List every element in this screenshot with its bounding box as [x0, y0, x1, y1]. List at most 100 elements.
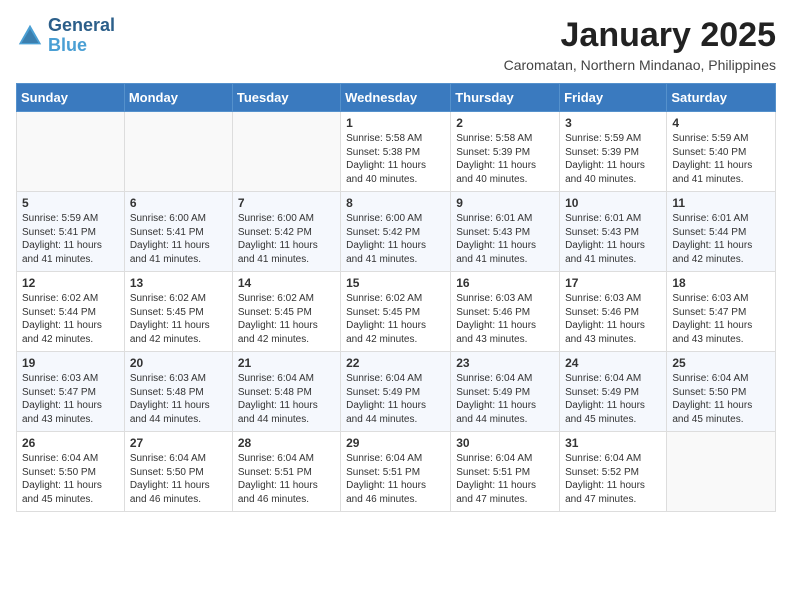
day-number: 29 [346, 436, 445, 450]
day-number: 24 [565, 356, 661, 370]
weekday-header-friday: Friday [560, 84, 667, 112]
day-info: Sunrise: 6:02 AMSunset: 5:45 PMDaylight:… [130, 292, 227, 346]
day-number: 1 [346, 116, 445, 130]
day-number: 11 [672, 196, 770, 210]
table-cell: 19 Sunrise: 6:03 AMSunset: 5:47 PMDayligh… [17, 352, 125, 432]
day-info: Sunrise: 6:03 AMSunset: 5:46 PMDaylight:… [456, 292, 554, 346]
table-cell: 10 Sunrise: 6:01 AMSunset: 5:43 PMDayligh… [560, 192, 667, 272]
day-number: 10 [565, 196, 661, 210]
table-cell: 27 Sunrise: 6:04 AMSunset: 5:50 PMDayligh… [124, 432, 232, 512]
day-number: 2 [456, 116, 554, 130]
table-cell: 17 Sunrise: 6:03 AMSunset: 5:46 PMDayligh… [560, 272, 667, 352]
day-number: 31 [565, 436, 661, 450]
table-cell [17, 112, 125, 192]
week-row-4: 19 Sunrise: 6:03 AMSunset: 5:47 PMDayligh… [17, 352, 776, 432]
day-number: 21 [238, 356, 335, 370]
day-number: 4 [672, 116, 770, 130]
day-info: Sunrise: 6:00 AMSunset: 5:41 PMDaylight:… [130, 212, 227, 266]
logo-text: General Blue [48, 16, 115, 56]
weekday-header-monday: Monday [124, 84, 232, 112]
table-cell: 18 Sunrise: 6:03 AMSunset: 5:47 PMDayligh… [667, 272, 776, 352]
day-info: Sunrise: 6:03 AMSunset: 5:48 PMDaylight:… [130, 372, 227, 426]
table-cell [124, 112, 232, 192]
day-info: Sunrise: 6:04 AMSunset: 5:49 PMDaylight:… [456, 372, 554, 426]
table-cell: 26 Sunrise: 6:04 AMSunset: 5:50 PMDayligh… [17, 432, 125, 512]
table-cell: 31Sunrise: 6:04 AMSunset: 5:52 PMDayligh… [560, 432, 667, 512]
day-info: Sunrise: 6:04 AMSunset: 5:49 PMDaylight:… [565, 372, 661, 426]
day-number: 12 [22, 276, 119, 290]
table-cell: 23 Sunrise: 6:04 AMSunset: 5:49 PMDayligh… [451, 352, 560, 432]
day-number: 22 [346, 356, 445, 370]
day-info: Sunrise: 5:59 AMSunset: 5:39 PMDaylight:… [565, 132, 661, 186]
calendar-table: SundayMondayTuesdayWednesdayThursdayFrid… [16, 83, 776, 512]
day-info: Sunrise: 6:01 AMSunset: 5:43 PMDaylight:… [565, 212, 661, 266]
day-info: Sunrise: 5:59 AMSunset: 5:41 PMDaylight:… [22, 212, 119, 266]
table-cell: 28 Sunrise: 6:04 AMSunset: 5:51 PMDayligh… [232, 432, 340, 512]
day-number: 28 [238, 436, 335, 450]
day-number: 6 [130, 196, 227, 210]
day-number: 26 [22, 436, 119, 450]
week-row-2: 5 Sunrise: 5:59 AMSunset: 5:41 PMDaylight… [17, 192, 776, 272]
day-info: Sunrise: 6:04 AMSunset: 5:50 PMDaylight:… [672, 372, 770, 426]
day-info: Sunrise: 5:59 AMSunset: 5:40 PMDaylight:… [672, 132, 770, 186]
day-info: Sunrise: 6:01 AMSunset: 5:44 PMDaylight:… [672, 212, 770, 266]
day-number: 13 [130, 276, 227, 290]
table-cell: 30Sunrise: 6:04 AMSunset: 5:51 PMDayligh… [451, 432, 560, 512]
day-info: Sunrise: 6:02 AMSunset: 5:45 PMDaylight:… [238, 292, 335, 346]
table-cell [232, 112, 340, 192]
day-number: 7 [238, 196, 335, 210]
day-number: 19 [22, 356, 119, 370]
day-info: Sunrise: 6:04 AMSunset: 5:50 PMDaylight:… [22, 452, 119, 506]
week-row-5: 26 Sunrise: 6:04 AMSunset: 5:50 PMDayligh… [17, 432, 776, 512]
day-number: 17 [565, 276, 661, 290]
table-cell: 3 Sunrise: 5:59 AMSunset: 5:39 PMDaylight… [560, 112, 667, 192]
table-cell: 24 Sunrise: 6:04 AMSunset: 5:49 PMDayligh… [560, 352, 667, 432]
week-row-1: 1 Sunrise: 5:58 AMSunset: 5:38 PMDaylight… [17, 112, 776, 192]
page-header: General Blue January 2025 Caromatan, Nor… [16, 16, 776, 73]
day-info: Sunrise: 6:04 AMSunset: 5:51 PMDaylight:… [456, 452, 554, 506]
table-cell: 22 Sunrise: 6:04 AMSunset: 5:49 PMDayligh… [341, 352, 451, 432]
day-number: 23 [456, 356, 554, 370]
day-info: Sunrise: 5:58 AMSunset: 5:38 PMDaylight:… [346, 132, 445, 186]
day-info: Sunrise: 6:01 AMSunset: 5:43 PMDaylight:… [456, 212, 554, 266]
day-number: 8 [346, 196, 445, 210]
day-info: Sunrise: 6:03 AMSunset: 5:46 PMDaylight:… [565, 292, 661, 346]
day-info: Sunrise: 6:02 AMSunset: 5:45 PMDaylight:… [346, 292, 445, 346]
title-block: January 2025 Caromatan, Northern Mindana… [504, 16, 776, 73]
table-cell: 11 Sunrise: 6:01 AMSunset: 5:44 PMDayligh… [667, 192, 776, 272]
table-cell: 6 Sunrise: 6:00 AMSunset: 5:41 PMDaylight… [124, 192, 232, 272]
day-info: Sunrise: 6:04 AMSunset: 5:50 PMDaylight:… [130, 452, 227, 506]
table-cell: 29 Sunrise: 6:04 AMSunset: 5:51 PMDayligh… [341, 432, 451, 512]
table-cell: 9Sunrise: 6:01 AMSunset: 5:43 PMDaylight… [451, 192, 560, 272]
logo-icon [16, 22, 44, 50]
table-cell: 21Sunrise: 6:04 AMSunset: 5:48 PMDayligh… [232, 352, 340, 432]
day-info: Sunrise: 6:04 AMSunset: 5:51 PMDaylight:… [346, 452, 445, 506]
table-cell: 13 Sunrise: 6:02 AMSunset: 5:45 PMDayligh… [124, 272, 232, 352]
day-number: 5 [22, 196, 119, 210]
day-number: 18 [672, 276, 770, 290]
day-number: 16 [456, 276, 554, 290]
day-info: Sunrise: 5:58 AMSunset: 5:39 PMDaylight:… [456, 132, 554, 186]
day-info: Sunrise: 6:04 AMSunset: 5:51 PMDaylight:… [238, 452, 335, 506]
day-number: 15 [346, 276, 445, 290]
day-info: Sunrise: 6:03 AMSunset: 5:47 PMDaylight:… [22, 372, 119, 426]
day-info: Sunrise: 6:04 AMSunset: 5:49 PMDaylight:… [346, 372, 445, 426]
table-cell: 2 Sunrise: 5:58 AMSunset: 5:39 PMDaylight… [451, 112, 560, 192]
weekday-header-wednesday: Wednesday [341, 84, 451, 112]
day-info: Sunrise: 6:03 AMSunset: 5:47 PMDaylight:… [672, 292, 770, 346]
day-number: 3 [565, 116, 661, 130]
table-cell: 4 Sunrise: 5:59 AMSunset: 5:40 PMDaylight… [667, 112, 776, 192]
day-number: 25 [672, 356, 770, 370]
logo: General Blue [16, 16, 115, 56]
table-cell: 1 Sunrise: 5:58 AMSunset: 5:38 PMDaylight… [341, 112, 451, 192]
calendar-subtitle: Caromatan, Northern Mindanao, Philippine… [504, 57, 776, 73]
table-cell: 12Sunrise: 6:02 AMSunset: 5:44 PMDayligh… [17, 272, 125, 352]
day-number: 27 [130, 436, 227, 450]
table-cell: 14Sunrise: 6:02 AMSunset: 5:45 PMDayligh… [232, 272, 340, 352]
calendar-title: January 2025 [504, 16, 776, 55]
weekday-header-tuesday: Tuesday [232, 84, 340, 112]
day-info: Sunrise: 6:00 AMSunset: 5:42 PMDaylight:… [238, 212, 335, 266]
table-cell [667, 432, 776, 512]
weekday-header-saturday: Saturday [667, 84, 776, 112]
table-cell: 5 Sunrise: 5:59 AMSunset: 5:41 PMDaylight… [17, 192, 125, 272]
